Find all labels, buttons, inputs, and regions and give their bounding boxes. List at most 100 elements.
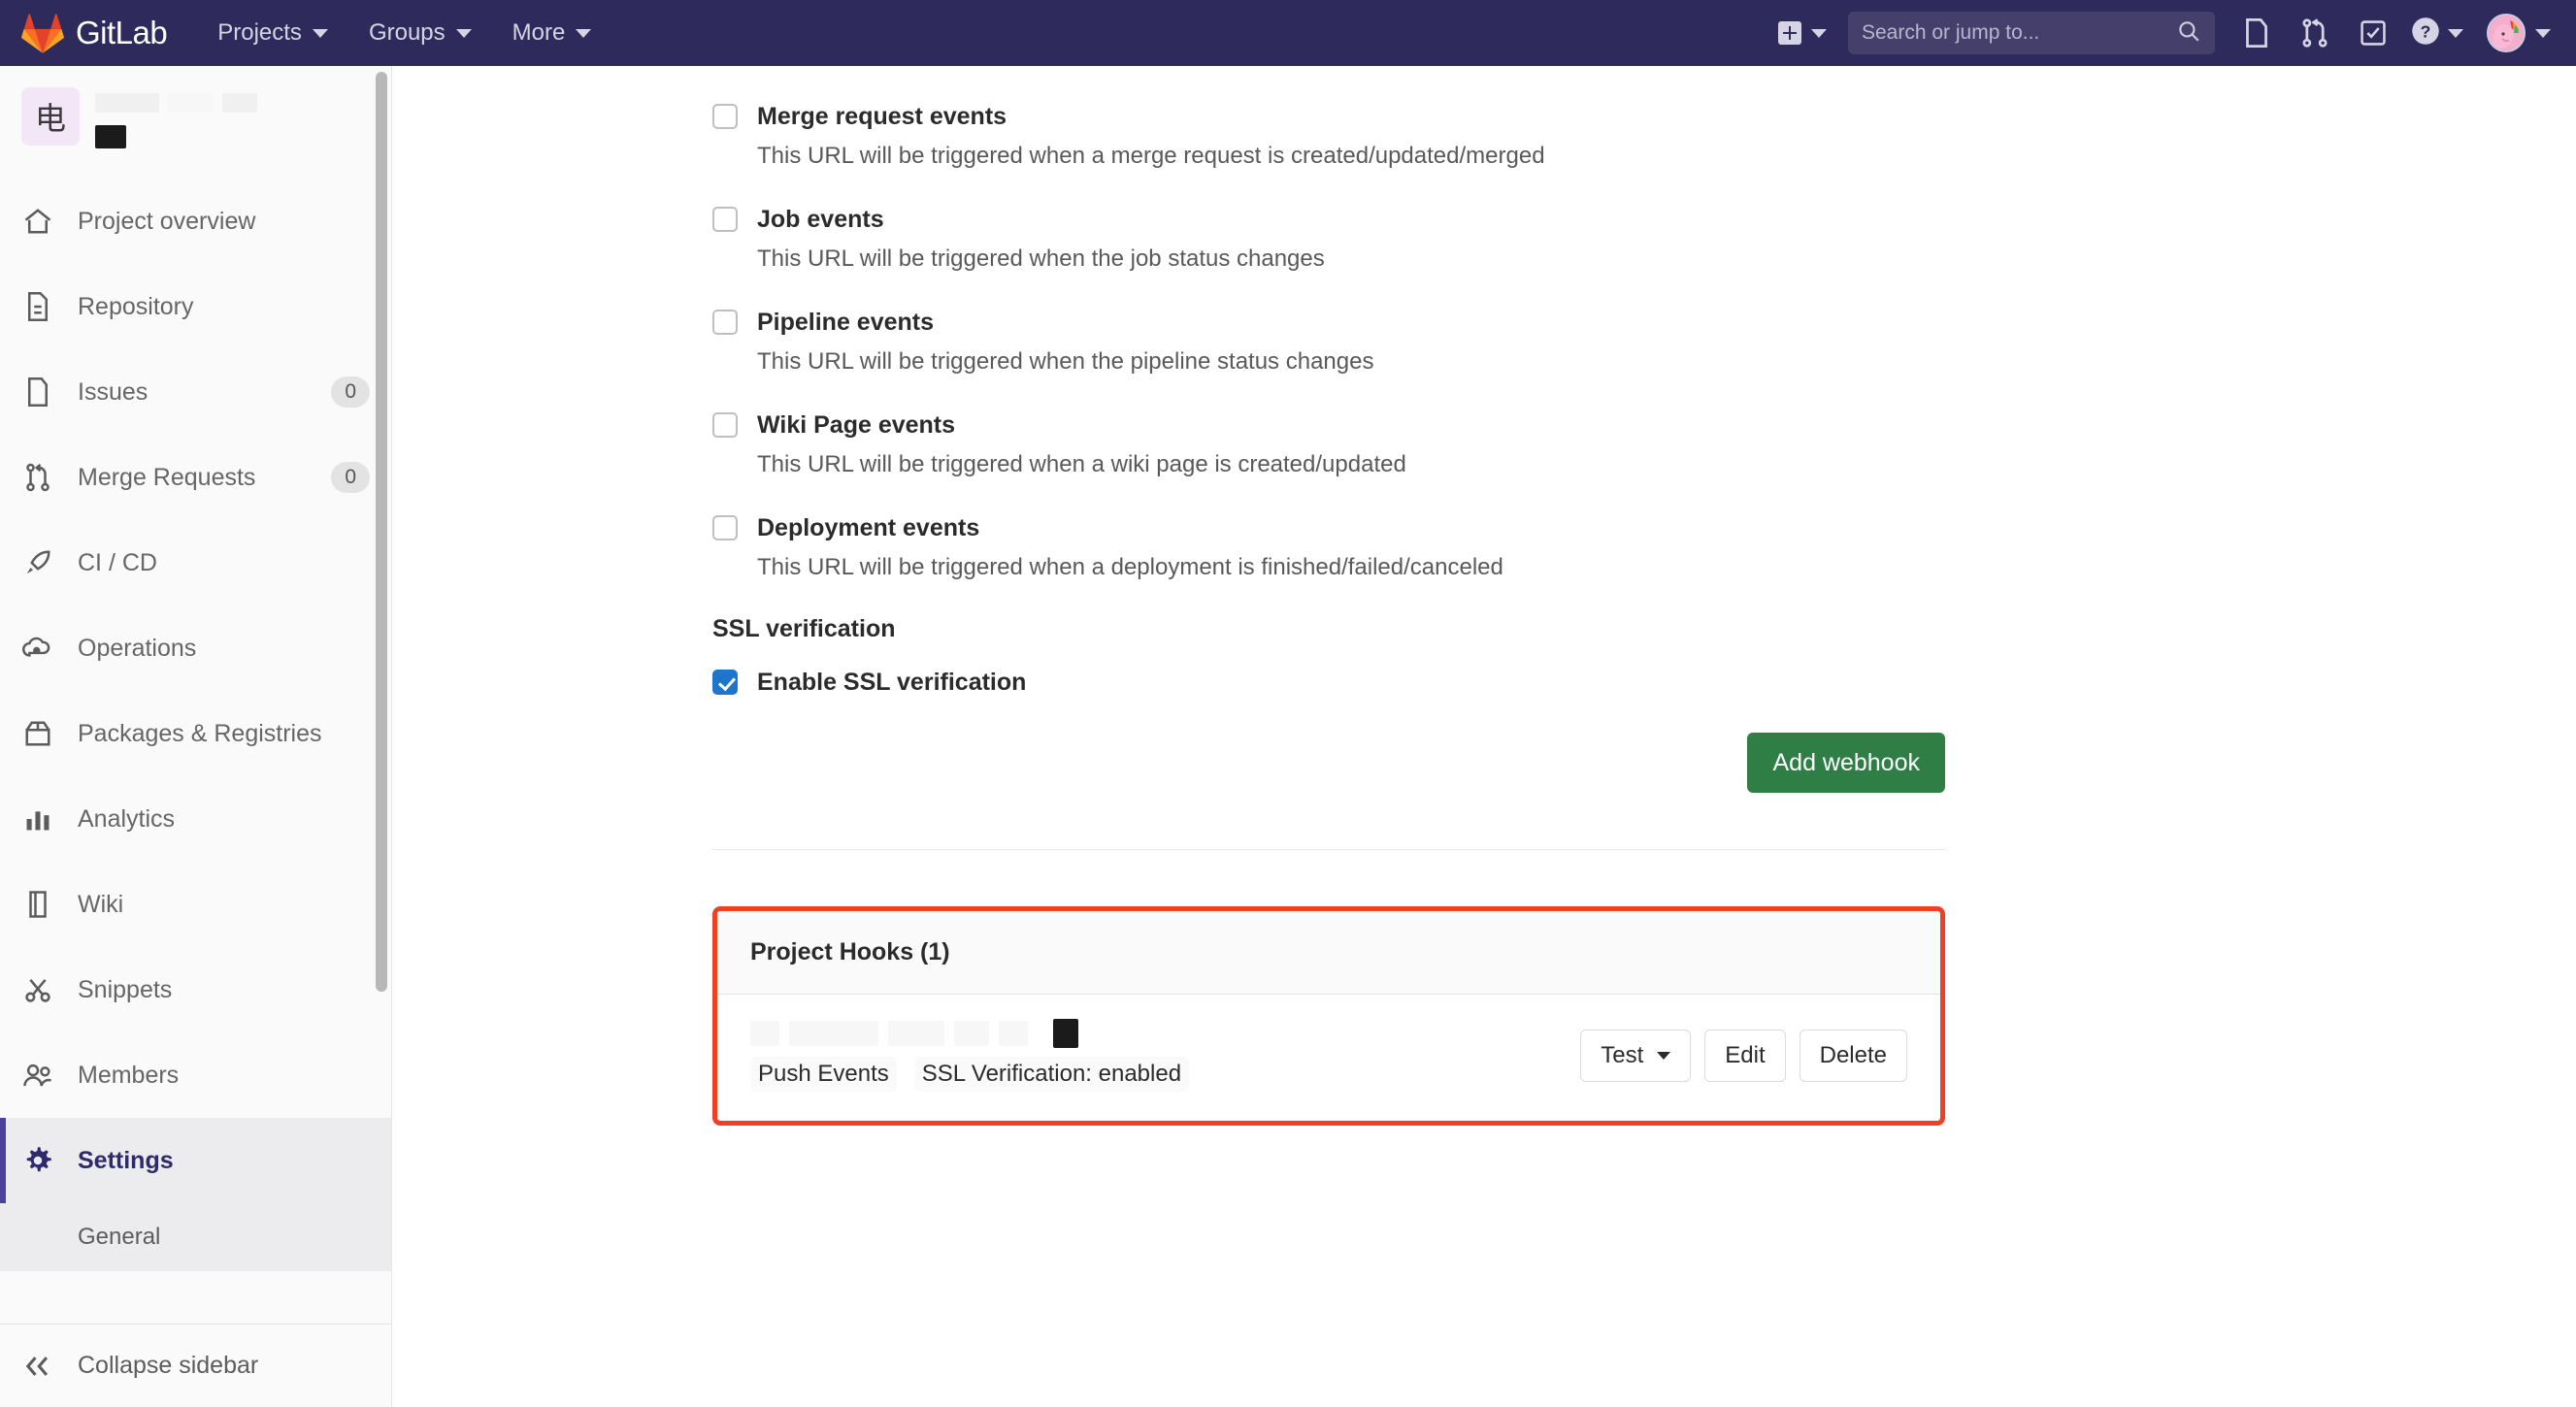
search-box[interactable] <box>1848 12 2215 54</box>
sidebar-item-label: Repository <box>78 292 194 320</box>
event-description: This URL will be triggered when a deploy… <box>757 554 1503 580</box>
checkbox-pipeline-events[interactable] <box>712 310 738 335</box>
sidebar-item-repository[interactable]: Repository <box>0 264 391 349</box>
ssl-checkbox-label[interactable]: Enable SSL verification <box>757 667 1945 698</box>
chart-icon <box>21 802 54 835</box>
sidebar-badge-merge-requests: 0 <box>331 462 370 493</box>
hook-actions: Test Edit Delete <box>1580 1030 1907 1082</box>
hook-url-redacted[interactable] <box>750 1019 1189 1048</box>
event-row-merge-request: Merge request events This URL will be tr… <box>712 101 1945 171</box>
plus-icon <box>1778 21 1801 45</box>
sidebar-item-members[interactable]: Members <box>0 1032 391 1118</box>
event-description: This URL will be triggered when a merge … <box>757 143 1545 169</box>
search-input[interactable] <box>1862 21 2176 45</box>
checkbox-job-events[interactable] <box>712 207 738 232</box>
sidebar-item-label: Packages & Registries <box>78 719 322 747</box>
sidebar-item-packages-registries[interactable]: Packages & Registries <box>0 691 391 776</box>
event-label[interactable]: Pipeline events <box>757 307 1945 338</box>
avatar <box>2487 14 2526 52</box>
checkbox-enable-ssl-verification[interactable] <box>712 670 738 695</box>
test-hook-label: Test <box>1601 1042 1644 1068</box>
sidebar-item-settings[interactable]: Settings <box>0 1118 391 1203</box>
issues-icon <box>21 376 54 409</box>
sidebar-item-label: Operations <box>78 634 197 662</box>
sidebar-badge-issues: 0 <box>331 376 370 408</box>
add-webhook-button[interactable]: Add webhook <box>1747 733 1945 793</box>
sidebar-item-ci-cd[interactable]: CI / CD <box>0 520 391 605</box>
todos-icon[interactable] <box>2357 16 2390 49</box>
nav-item-groups[interactable]: Groups <box>369 19 472 47</box>
merge-request-icon <box>21 461 54 494</box>
webhooks-form: Merge request events This URL will be tr… <box>712 66 1945 1126</box>
sidebar-item-project-overview[interactable]: Project overview <box>0 179 391 264</box>
double-chevron-left-icon <box>21 1355 54 1378</box>
redacted-block <box>999 1021 1028 1046</box>
sidebar-item-analytics[interactable]: Analytics <box>0 776 391 862</box>
main-content: Merge request events This URL will be tr… <box>392 66 2576 1407</box>
search-icon[interactable] <box>2176 18 2201 49</box>
nav-item-projects-label: Projects <box>217 19 302 46</box>
nav-item-groups-label: Groups <box>368 19 446 46</box>
sidebar-item-snippets[interactable]: Snippets <box>0 947 391 1032</box>
section-divider <box>712 849 1945 850</box>
collapse-sidebar-label: Collapse sidebar <box>78 1352 259 1379</box>
nav-item-more[interactable]: More <box>512 19 592 47</box>
sidebar-item-wiki[interactable]: Wiki <box>0 862 391 947</box>
sidebar-item-label: Merge Requests <box>78 463 256 491</box>
merge-request-icon[interactable] <box>2298 16 2331 49</box>
redacted-block <box>95 93 159 113</box>
nav-item-more-label: More <box>512 19 566 46</box>
chevron-down-icon <box>2535 28 2551 38</box>
rocket-icon <box>21 546 54 579</box>
hook-badge-push-events: Push Events <box>750 1057 897 1092</box>
chevron-down-icon <box>455 28 472 38</box>
sidebar-item-issues[interactable]: Issues 0 <box>0 349 391 435</box>
new-item-button[interactable] <box>1778 21 1827 45</box>
sidebar-item-label: Analytics <box>78 804 176 833</box>
chevron-down-icon <box>312 28 328 38</box>
project-avatar: 电 <box>21 87 80 146</box>
project-header[interactable]: 电 <box>0 66 391 173</box>
sidebar-scrollbar[interactable] <box>376 72 387 992</box>
redacted-block <box>750 1021 779 1046</box>
issues-icon[interactable] <box>2240 16 2273 49</box>
sidebar-subitem-general[interactable]: General <box>0 1203 391 1271</box>
help-button[interactable]: ? <box>2411 16 2463 50</box>
document-icon <box>21 290 54 323</box>
delete-hook-button[interactable]: Delete <box>1799 1030 1907 1082</box>
checkbox-merge-request-events[interactable] <box>712 104 738 129</box>
ssl-section-title: SSL verification <box>712 615 896 642</box>
test-hook-button[interactable]: Test <box>1580 1030 1692 1082</box>
sidebar-item-merge-requests[interactable]: Merge Requests 0 <box>0 435 391 520</box>
add-webhook-row: Add webhook <box>712 733 1945 793</box>
sidebar-item-label: Settings <box>78 1146 174 1174</box>
event-label[interactable]: Merge request events <box>757 101 1945 132</box>
sidebar-nav-list: Project overview Repository Issues 0 Mer… <box>0 179 391 1271</box>
project-sidebar: 电 Project overview Repository Issues 0 M… <box>0 66 392 1407</box>
event-label[interactable]: Job events <box>757 204 1945 235</box>
nav-item-projects[interactable]: Projects <box>217 19 328 47</box>
chevron-down-icon <box>2448 28 2463 38</box>
chevron-down-icon <box>1811 28 1827 38</box>
gitlab-logo-icon[interactable] <box>21 13 64 53</box>
brand-title[interactable]: GitLab <box>76 15 168 51</box>
redacted-block <box>95 125 126 148</box>
sidebar-item-label: Issues <box>78 377 149 406</box>
help-icon: ? <box>2411 16 2440 50</box>
event-label[interactable]: Wiki Page events <box>757 409 1945 441</box>
checkbox-deployment-events[interactable] <box>712 515 738 540</box>
cloud-gear-icon <box>21 632 54 665</box>
edit-hook-button[interactable]: Edit <box>1704 1030 1786 1082</box>
event-label[interactable]: Deployment events <box>757 512 1945 543</box>
sidebar-item-operations[interactable]: Operations <box>0 605 391 691</box>
navbar-left: GitLab Projects Groups More <box>0 13 632 53</box>
project-hooks-title: Project Hooks (1) <box>717 911 1940 995</box>
redacted-block <box>888 1021 944 1046</box>
sidebar-item-label: Snippets <box>78 975 173 1003</box>
collapse-sidebar-button[interactable]: Collapse sidebar <box>0 1324 391 1407</box>
user-menu-button[interactable] <box>2487 14 2551 52</box>
checkbox-wiki-page-events[interactable] <box>712 412 738 438</box>
sidebar-item-label: CI / CD <box>78 548 157 576</box>
event-row-deployment: Deployment events This URL will be trigg… <box>712 512 1945 582</box>
home-icon <box>21 205 54 238</box>
